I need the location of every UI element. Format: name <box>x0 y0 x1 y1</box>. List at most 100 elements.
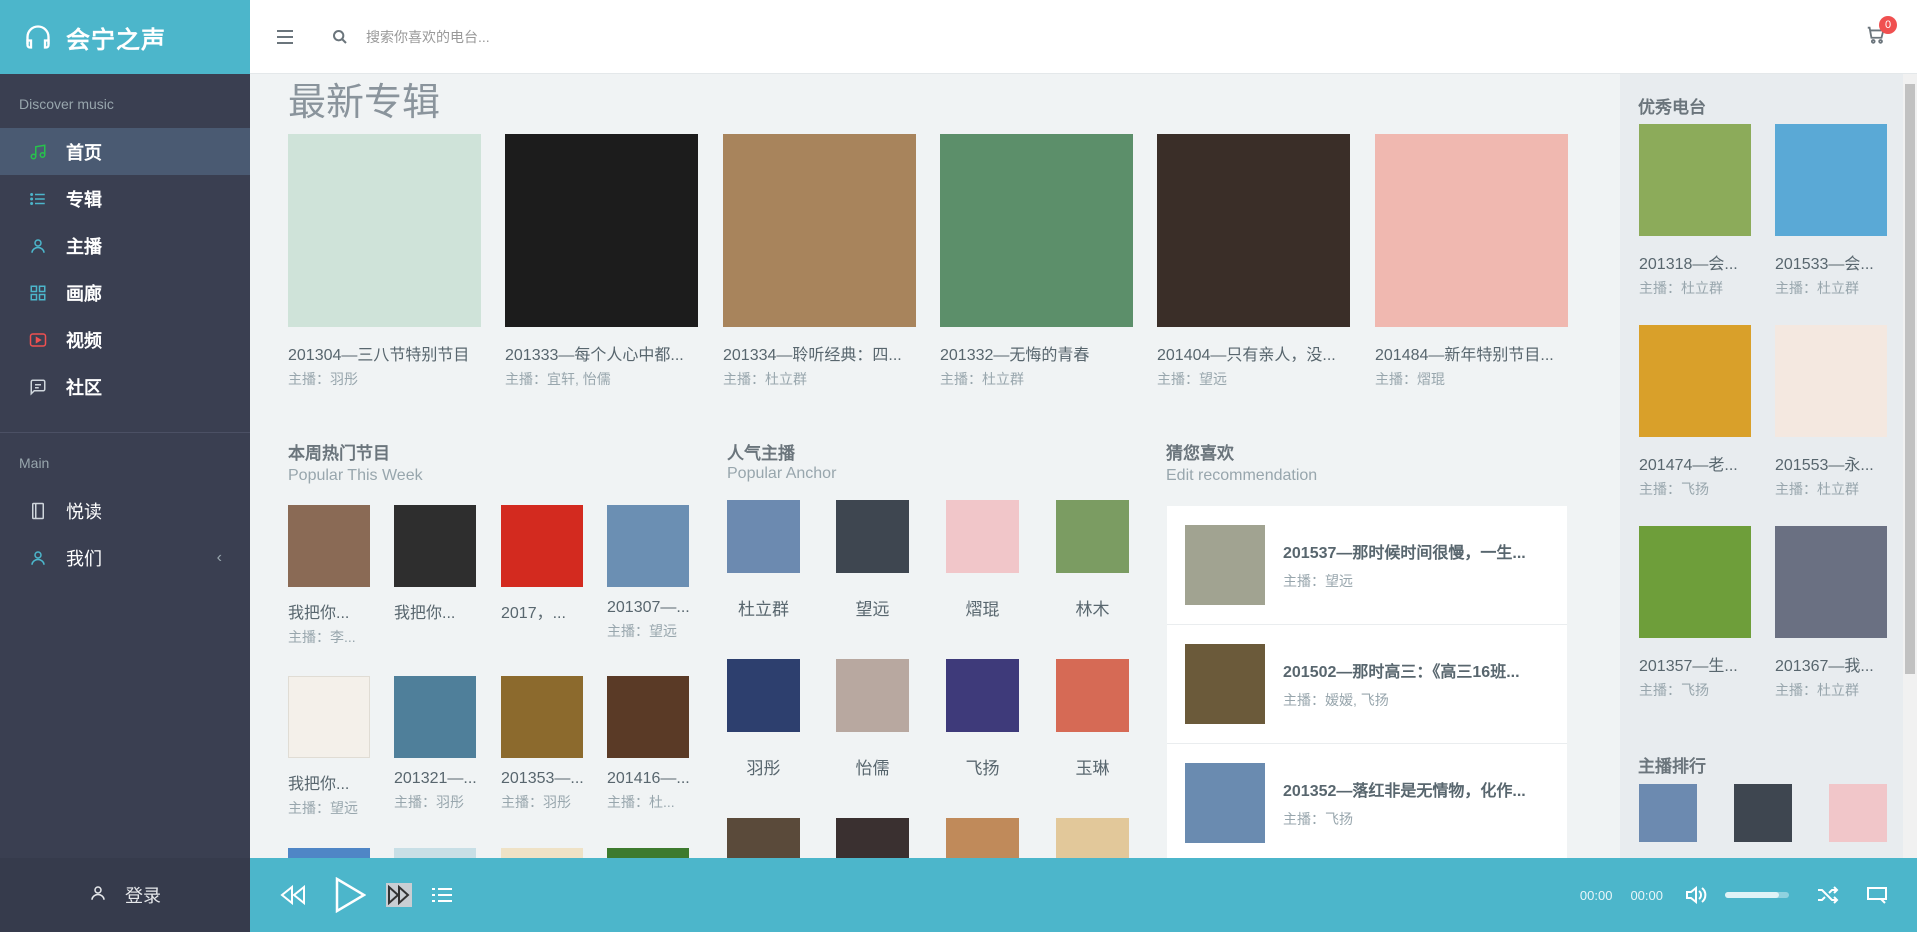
login-button[interactable]: 登录 <box>0 858 250 932</box>
anchor-avatar[interactable] <box>836 500 909 573</box>
anchor-card[interactable] <box>1056 818 1129 858</box>
radio-name[interactable]: 201474—老... <box>1639 451 1751 475</box>
anchor-card[interactable]: 飞扬 <box>946 659 1019 779</box>
hot-item[interactable] <box>501 848 583 858</box>
anchor-card[interactable]: 熠琨 <box>946 500 1019 620</box>
ranking-avatar[interactable] <box>1829 784 1887 842</box>
lyrics-button[interactable] <box>1867 886 1887 904</box>
radio-name[interactable]: 201318—会... <box>1639 250 1751 274</box>
aside-scrollbar[interactable] <box>1903 74 1917 858</box>
hot-name[interactable]: 我把你... <box>394 599 476 623</box>
anchor-avatar[interactable] <box>946 818 1019 858</box>
album-card[interactable]: 201404—只有亲人，没... 主播：望远 <box>1157 134 1350 389</box>
ranking-avatar[interactable] <box>1639 784 1697 842</box>
hot-thumb[interactable] <box>288 676 370 758</box>
anchor-avatar[interactable] <box>946 659 1019 732</box>
hot-thumb[interactable] <box>288 848 370 858</box>
search-input[interactable] <box>366 28 866 45</box>
anchor-avatar[interactable] <box>1056 818 1129 858</box>
radio-cover[interactable] <box>1639 325 1751 437</box>
album-card[interactable]: 201332—无悔的青春 主播：杜立群 <box>940 134 1133 389</box>
play-button[interactable] <box>334 877 366 913</box>
radio-card[interactable]: 201367—我... 主播：杜立群 <box>1775 526 1887 700</box>
hot-thumb[interactable] <box>394 848 476 858</box>
album-card[interactable]: 201304—三八节特别节目 主播：羽彤 <box>288 134 481 389</box>
recommend-thumb[interactable] <box>1185 644 1265 724</box>
anchor-card[interactable]: 林木 <box>1056 500 1129 620</box>
album-name[interactable]: 201404—只有亲人，没... <box>1157 341 1350 365</box>
sidebar-item-anchors[interactable]: 主播 <box>0 222 250 269</box>
playlist-button[interactable] <box>432 887 452 903</box>
sidebar-item-albums[interactable]: 专辑 <box>0 175 250 222</box>
anchor-name[interactable]: 熠琨 <box>946 595 1019 620</box>
hot-item[interactable]: 201353—... 主播：羽彤 <box>501 676 584 812</box>
anchor-name[interactable]: 林木 <box>1056 595 1129 620</box>
brand[interactable]: 会宁之声 <box>0 0 250 74</box>
anchor-avatar[interactable] <box>836 659 909 732</box>
album-name[interactable]: 201332—无悔的青春 <box>940 341 1133 365</box>
album-name[interactable]: 201333—每个人心中都... <box>505 341 698 365</box>
volume-button[interactable] <box>1685 886 1707 904</box>
anchor-avatar[interactable] <box>946 500 1019 573</box>
album-cover[interactable] <box>940 134 1133 327</box>
previous-button[interactable] <box>280 884 306 906</box>
anchor-avatar[interactable] <box>727 818 800 858</box>
recommend-title[interactable]: 201352—落红非是无情物，化作... <box>1283 777 1526 801</box>
hot-thumb[interactable] <box>501 848 583 858</box>
album-cover[interactable] <box>1375 134 1568 327</box>
album-card[interactable]: 201333—每个人心中都... 主播：宜轩, 怡儒 <box>505 134 698 389</box>
recommend-thumb[interactable] <box>1185 525 1265 605</box>
next-button[interactable] <box>386 883 412 907</box>
anchor-card[interactable] <box>836 818 909 858</box>
volume-slider[interactable] <box>1725 892 1789 898</box>
hot-name[interactable]: 201353—... <box>501 770 584 788</box>
search-icon[interactable] <box>332 29 348 45</box>
hot-item[interactable] <box>394 848 476 858</box>
anchor-card[interactable] <box>946 818 1019 858</box>
radio-name[interactable]: 201357—生... <box>1639 652 1751 676</box>
radio-card[interactable]: 201357—生... 主播：飞扬 <box>1639 526 1751 700</box>
radio-cover[interactable] <box>1775 124 1887 236</box>
hot-thumb[interactable] <box>607 848 689 858</box>
recommend-thumb[interactable] <box>1185 763 1265 843</box>
anchor-avatar[interactable] <box>1056 500 1129 573</box>
album-cover[interactable] <box>1157 134 1350 327</box>
anchor-name[interactable]: 怡儒 <box>836 754 909 779</box>
sidebar-item-gallery[interactable]: 画廊 <box>0 269 250 316</box>
anchor-avatar[interactable] <box>727 500 800 573</box>
list-item[interactable]: 201537—那时候时间很慢，一生... 主播：望远 <box>1167 506 1567 625</box>
hot-thumb[interactable] <box>501 505 583 587</box>
radio-card[interactable]: 201318—会... 主播：杜立群 <box>1639 124 1751 298</box>
sidebar-item-about-us[interactable]: 我们 ‹ <box>0 534 250 581</box>
hot-thumb[interactable] <box>607 505 689 587</box>
radio-card[interactable]: 201553—永... 主播：杜立群 <box>1775 325 1887 499</box>
hot-item[interactable]: 201416—... 主播：杜... <box>607 676 690 812</box>
anchor-card[interactable]: 怡儒 <box>836 659 909 779</box>
recommend-title[interactable]: 201502—那时高三：《高三16班... <box>1283 658 1520 682</box>
hot-item[interactable]: 我把你... 主播：望远 <box>288 676 370 818</box>
anchor-name[interactable]: 飞扬 <box>946 754 1019 779</box>
shuffle-button[interactable] <box>1817 886 1839 904</box>
hot-item[interactable]: 201307—... 主播：望远 <box>607 505 690 641</box>
hot-item[interactable] <box>288 848 370 858</box>
hot-name[interactable]: 201307—... <box>607 599 690 617</box>
menu-icon[interactable] <box>276 29 296 45</box>
anchor-avatar[interactable] <box>727 659 800 732</box>
hot-name[interactable]: 201321—... <box>394 770 477 788</box>
album-name[interactable]: 201334—聆听经典：四... <box>723 341 916 365</box>
sidebar-item-reading[interactable]: 悦读 <box>0 487 250 534</box>
anchor-avatar[interactable] <box>1056 659 1129 732</box>
hot-item[interactable]: 201321—... 主播：羽彤 <box>394 676 477 812</box>
radio-cover[interactable] <box>1775 325 1887 437</box>
radio-name[interactable]: 201553—永... <box>1775 451 1887 475</box>
radio-card[interactable]: 201474—老... 主播：飞扬 <box>1639 325 1751 499</box>
anchor-card[interactable]: 玉琳 <box>1056 659 1129 779</box>
anchor-name[interactable]: 望远 <box>836 595 909 620</box>
ranking-avatar[interactable] <box>1734 784 1792 842</box>
sidebar-item-home[interactable]: 首页 <box>0 128 250 175</box>
album-cover[interactable] <box>723 134 916 327</box>
radio-cover[interactable] <box>1639 124 1751 236</box>
anchor-card[interactable] <box>727 818 800 858</box>
hot-thumb[interactable] <box>394 676 476 758</box>
radio-name[interactable]: 201533—会... <box>1775 250 1887 274</box>
